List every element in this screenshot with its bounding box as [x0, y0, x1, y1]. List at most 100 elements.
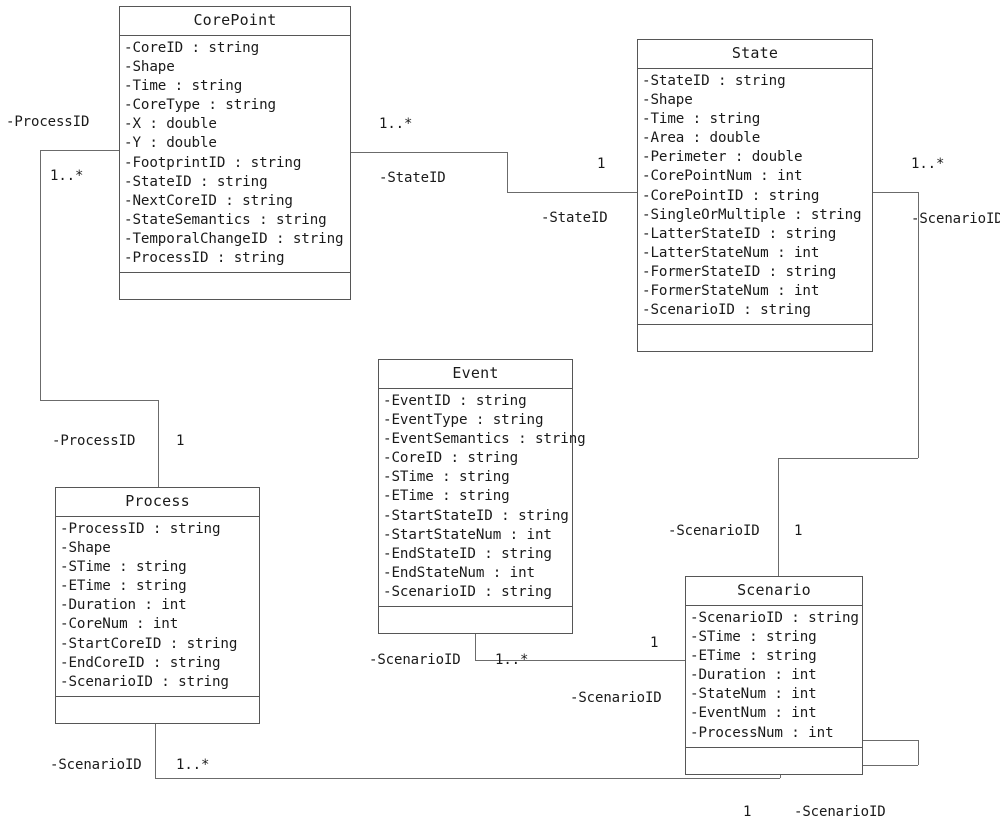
attribute-row: -Area : double	[642, 130, 761, 147]
attribute-row: -NextCoreID : string	[124, 192, 293, 209]
attribute-row: -EventSemantics : string	[383, 431, 586, 448]
attribute-row: -SingleOrMultiple : string	[642, 206, 862, 223]
attribute-row: -Shape	[642, 92, 693, 109]
attribute-row: -Time : string	[642, 111, 761, 128]
attribute-row: -CorePointNum : int	[642, 168, 803, 185]
attribute-row: -TemporalChangeID : string	[124, 230, 344, 247]
label-event-scenario-mult-dst: 1	[650, 635, 659, 651]
attribute-row: -ETime : string	[60, 578, 187, 595]
connector-state-scenario-seg1	[873, 192, 918, 193]
attribute-row: -LatterStateNum : int	[642, 244, 820, 261]
label-state-scenario-mult-dst: 1	[794, 523, 803, 539]
attribute-row: -X : double	[124, 116, 217, 133]
class-operations-process	[56, 697, 259, 723]
attribute-row: -ETime : string	[383, 488, 510, 505]
class-attributes-state: -StateID : string -Shape -Time : string …	[638, 69, 872, 326]
label-corepoint-process-left-role: -ProcessID	[6, 114, 90, 130]
label-process-scenario-role-dst: -ScenarioID	[794, 804, 886, 820]
attribute-row: -STime : string	[60, 559, 187, 576]
attribute-row: -StateID : string	[124, 173, 268, 190]
label-process-scenario-mult-dst: 1	[743, 804, 752, 820]
connector-process-scenario-seg1	[155, 718, 156, 778]
attribute-row: -FormerStateNum : int	[642, 283, 820, 300]
class-operations-state	[638, 325, 872, 351]
connector-state-scenario-seg2	[918, 192, 919, 458]
attribute-row: -Time : string	[124, 78, 243, 95]
class-box-corepoint[interactable]: CorePoint -CoreID : string -Shape -Time …	[119, 6, 351, 301]
class-title-scenario: Scenario	[686, 577, 862, 606]
attribute-row: -ScenarioID : string	[60, 673, 229, 690]
attribute-row: -StartStateNum : int	[383, 526, 552, 543]
label-corepoint-process-bottom-role: -ProcessID	[52, 433, 136, 449]
class-box-process[interactable]: Process -ProcessID : string -Shape -STim…	[55, 487, 260, 724]
attribute-row: -StateSemantics : string	[124, 211, 327, 228]
attribute-row: -EndStateNum : int	[383, 564, 535, 581]
class-title-process: Process	[56, 488, 259, 517]
attribute-row: -CoreID : string	[124, 40, 260, 56]
label-state-scenario-mult-src: 1..*	[911, 156, 945, 172]
label-event-scenario-role-src: -ScenarioID	[369, 652, 461, 668]
label-process-scenario-mult-src: 1..*	[176, 757, 210, 773]
attribute-row: -EndCoreID : string	[60, 654, 221, 671]
attribute-row: -Y : double	[124, 135, 217, 152]
label-state-scenario-role-dst: -ScenarioID	[668, 523, 760, 539]
attribute-row: -CorePointID : string	[642, 187, 820, 204]
attribute-row: -CoreID : string	[383, 450, 519, 467]
attribute-row: -CoreNum : int	[60, 616, 179, 633]
uml-diagram-canvas: -ProcessID 1..* -ProcessID 1 1..* -State…	[0, 0, 1000, 827]
attribute-row: -ScenarioID : string	[383, 583, 552, 600]
class-box-state[interactable]: State -StateID : string -Shape -Time : s…	[637, 39, 873, 353]
label-corepoint-process-bottom-mult: 1	[176, 433, 185, 449]
connector-corepoint-state-seg2	[507, 152, 508, 192]
class-attributes-event: -EventID : string -EventType : string -E…	[379, 389, 586, 608]
label-corepoint-state-mult-dst: 1	[597, 156, 606, 172]
class-box-event[interactable]: Event -EventID : string -EventType : str…	[378, 359, 586, 635]
class-operations-scenario	[686, 748, 862, 774]
attribute-row: -ScenarioID : string	[690, 610, 859, 626]
attribute-row: -EventNum : int	[690, 705, 817, 722]
attribute-row: -Shape	[60, 540, 111, 557]
attribute-row: -EventID : string	[383, 393, 527, 409]
attribute-row: -Shape	[124, 59, 175, 76]
attribute-row: -StartCoreID : string	[60, 635, 238, 652]
label-corepoint-state-mult-src: 1..*	[379, 116, 413, 132]
attribute-row: -STime : string	[383, 469, 510, 486]
label-process-scenario-role-src: -ScenarioID	[50, 757, 142, 773]
attribute-row: -Duration : int	[60, 597, 187, 614]
label-event-scenario-mult-src: 1..*	[495, 652, 529, 668]
connector-corepoint-state-seg3	[507, 192, 637, 193]
attribute-row: -CoreType : string	[124, 97, 276, 114]
class-title-event: Event	[379, 360, 572, 389]
class-attributes-process: -ProcessID : string -Shape -STime : stri…	[56, 517, 259, 697]
connector-process-scenario-seg5	[863, 740, 918, 741]
label-event-scenario-role-dst: -ScenarioID	[570, 690, 662, 706]
class-operations-event	[379, 607, 572, 633]
label-corepoint-process-left-mult: 1..*	[50, 168, 84, 184]
attribute-row: -Duration : int	[690, 667, 817, 684]
class-operations-corepoint	[120, 273, 350, 299]
attribute-row: -STime : string	[690, 629, 817, 646]
connector-state-scenario-seg4	[778, 458, 779, 576]
class-title-corepoint: CorePoint	[120, 7, 350, 36]
connector-corepoint-process-seg3	[40, 400, 158, 401]
attribute-row: -FormerStateID : string	[642, 263, 837, 280]
label-corepoint-state-role-dst: -StateID	[541, 210, 608, 226]
attribute-row: -ProcessNum : int	[690, 724, 834, 741]
attribute-row: -EndStateID : string	[383, 545, 552, 562]
class-title-state: State	[638, 40, 872, 69]
attribute-row: -FootprintID : string	[124, 154, 302, 171]
attribute-row: -StateNum : int	[690, 686, 817, 703]
attribute-row: -StateID : string	[642, 73, 786, 89]
label-corepoint-state-role-src: -StateID	[379, 170, 446, 186]
attribute-row: -ProcessID : string	[124, 250, 285, 267]
attribute-row: -EventType : string	[383, 412, 544, 429]
attribute-row: -ETime : string	[690, 648, 817, 665]
attribute-row: -ProcessID : string	[60, 521, 221, 537]
connector-corepoint-state-seg1	[351, 152, 507, 153]
attribute-row: -Perimeter : double	[642, 149, 803, 166]
class-box-scenario[interactable]: Scenario -ScenarioID : string -STime : s…	[685, 576, 863, 775]
connector-process-scenario-seg4	[918, 740, 919, 765]
connector-corepoint-process-seg1	[40, 150, 120, 151]
class-attributes-scenario: -ScenarioID : string -STime : string -ET…	[686, 606, 862, 748]
attribute-row: -LatterStateID : string	[642, 225, 837, 242]
